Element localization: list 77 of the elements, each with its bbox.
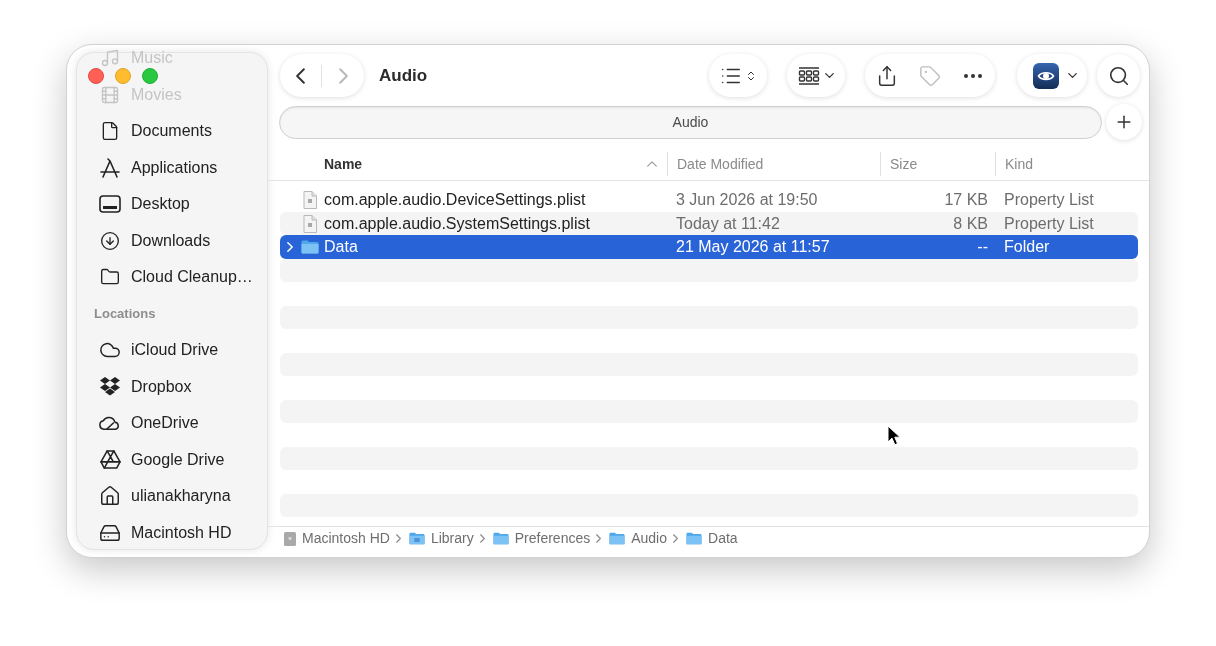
sidebar-item[interactable]: Documents: [99, 121, 212, 141]
document-icon: [100, 121, 120, 141]
folder-icon: [686, 532, 702, 545]
home-icon: [99, 485, 121, 507]
letter-a-icon: [100, 157, 120, 178]
sidebar-item[interactable]: ulianakharyna: [99, 486, 231, 506]
table-cell-text: Property List: [1003, 190, 1094, 210]
tag-icon: [919, 64, 941, 87]
window-title: Audio: [379, 64, 428, 87]
mouse-pointer-icon: [887, 425, 901, 446]
column-header[interactable]: Date Modified: [667, 152, 880, 176]
grid-view-button[interactable]: [787, 54, 845, 97]
file-row[interactable]: com.apple.audio.SystemSettings.plist Today at 11:42 8 KB Property List: [280, 211, 1138, 235]
document-icon: [303, 214, 317, 233]
path-item[interactable]: Audio: [609, 528, 667, 549]
chevron-right-icon: [338, 67, 348, 84]
sidebar-item[interactable]: Applications: [99, 157, 218, 178]
file-row[interactable]: Data 21 May 2026 at 11:57 -- Folder: [280, 235, 1138, 259]
sidebar-item[interactable]: Macintosh HD: [99, 522, 232, 543]
folder-icon: [301, 240, 319, 254]
sidebar-item[interactable]: Google Drive: [99, 449, 225, 470]
chevron-right-icon: [395, 534, 401, 543]
sidebar-item[interactable]: Downloads: [99, 230, 211, 251]
chevron-down-icon: [825, 73, 834, 78]
table-cell-text: Folder: [1003, 237, 1050, 257]
cloud-icon: [99, 415, 121, 431]
chevron-right-icon: [596, 534, 602, 543]
folder-icon: [408, 532, 425, 545]
disclosure-chevron-icon: [287, 242, 293, 252]
folder-icon: [100, 267, 120, 287]
eye-app-icon: [1033, 62, 1059, 89]
more-icon: [963, 73, 982, 78]
path-item[interactable]: Macintosh HD: [284, 528, 390, 549]
table-cell-text: Property List: [1003, 213, 1094, 234]
chevron-right-icon: [479, 534, 485, 543]
document-icon: [303, 191, 317, 209]
file-name: com.apple.audio.DeviceSettings.plist: [324, 190, 586, 210]
table-cell-text: 17 KB: [944, 190, 989, 210]
column-header[interactable]: Name: [280, 152, 667, 176]
table-cell-text: --: [977, 237, 989, 257]
column-header[interactable]: Size: [880, 152, 995, 176]
path-item[interactable]: Data: [686, 528, 738, 549]
music-note-icon: [100, 48, 120, 68]
sidebar-item[interactable]: Cloud Cleanup…: [99, 267, 253, 287]
sidebar-item[interactable]: Desktop: [99, 194, 190, 214]
table-cell-text: 3 Jun 2026 at 19:50: [675, 190, 818, 210]
search-button[interactable]: [1097, 54, 1140, 97]
sort-caret-icon: [647, 161, 657, 167]
sidebar-item[interactable]: OneDrive: [99, 413, 199, 433]
search-icon: [1107, 64, 1130, 87]
dropbox-icon: [100, 377, 120, 396]
sidebar-item[interactable]: Dropbox: [99, 376, 192, 397]
path-item[interactable]: Library: [408, 528, 474, 549]
path-field[interactable]: Audio: [279, 105, 1102, 139]
file-name: com.apple.audio.SystemSettings.plist: [324, 213, 590, 234]
chevron-left-icon: [296, 67, 305, 84]
table-cell-text: 8 KB: [953, 213, 989, 234]
table-cell-text: Today at 11:42: [675, 213, 780, 234]
preview-menu-button[interactable]: [1017, 54, 1087, 97]
display-icon: [99, 195, 121, 213]
folder-icon: [609, 532, 626, 545]
film-icon: [100, 84, 120, 105]
triangle-icon: [99, 450, 121, 469]
section-header: Locations: [94, 304, 156, 323]
grid-view-icon: [798, 66, 820, 85]
file-row[interactable]: com.apple.audio.DeviceSettings.plist 3 Jun 2026 at 19:50 17 KB Property List: [280, 188, 1138, 212]
sidebar-item[interactable]: iCloud Drive: [99, 340, 219, 360]
chevron-down-icon: [1068, 73, 1077, 78]
path-item[interactable]: Preferences: [492, 528, 591, 549]
list-view-button[interactable]: [709, 54, 767, 97]
file-name: Data: [324, 237, 358, 257]
download-icon: [100, 230, 120, 251]
table-cell-text: 21 May 2026 at 11:57: [675, 237, 830, 257]
add-button[interactable]: [1106, 104, 1142, 140]
folder-icon: [492, 532, 509, 545]
chevron-right-icon: [673, 534, 678, 543]
column-header[interactable]: Kind: [995, 152, 1138, 176]
